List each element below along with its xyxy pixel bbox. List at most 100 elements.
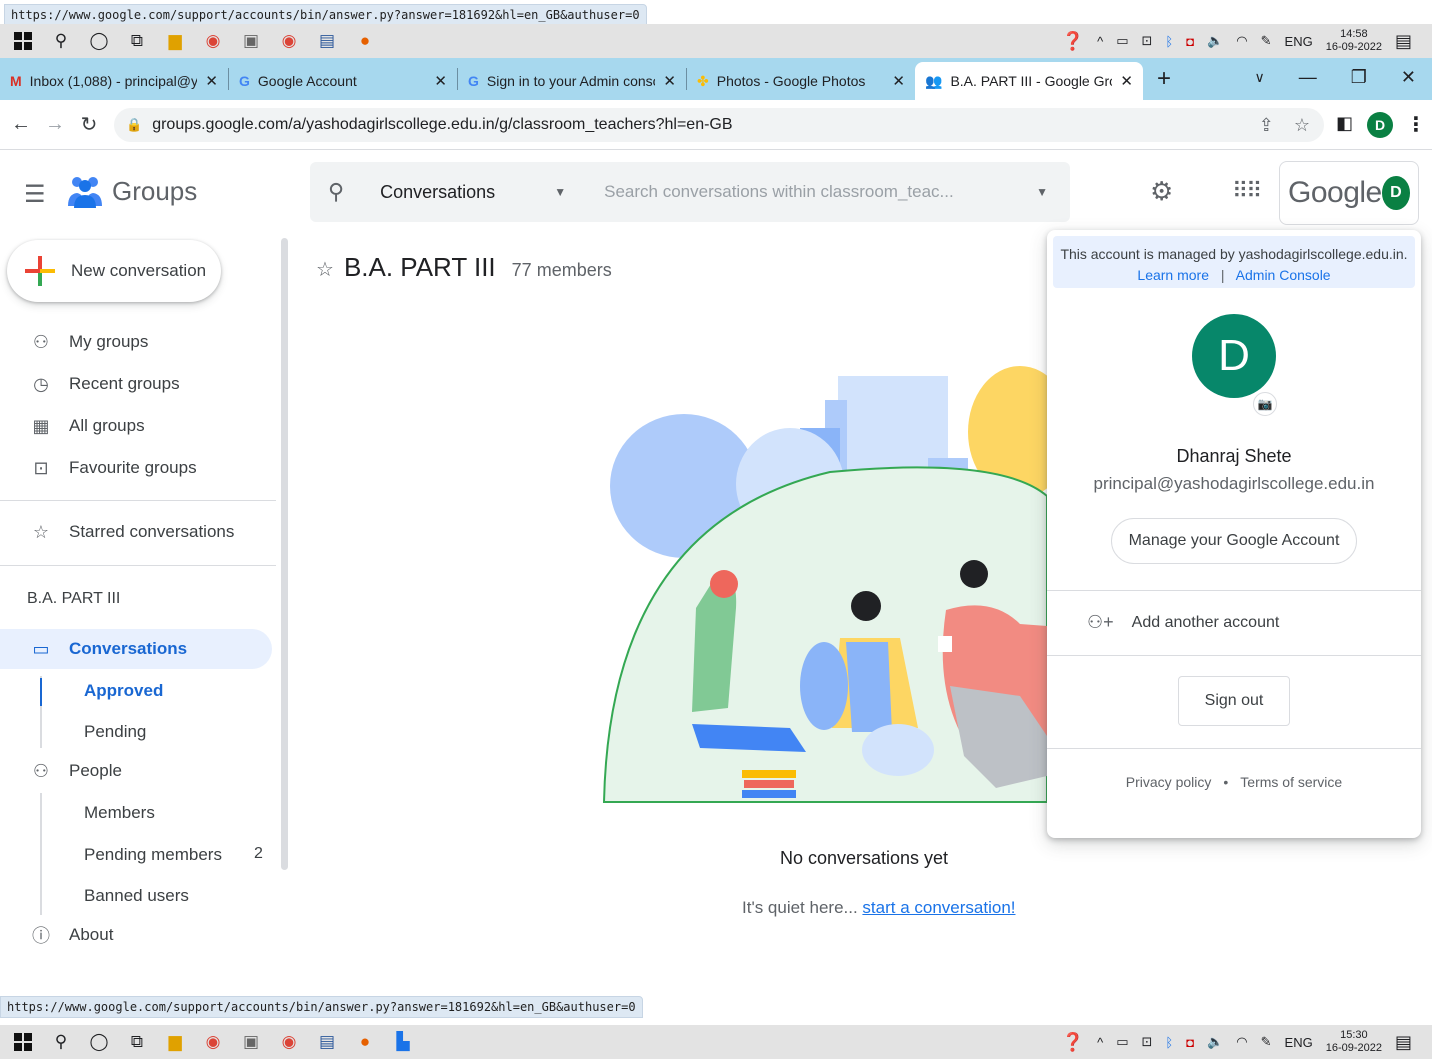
minimize-icon[interactable]: —: [1299, 67, 1317, 88]
start-conversation-link[interactable]: start a conversation!: [862, 898, 1015, 917]
add-account-button[interactable]: ⚇+ Add another account: [1087, 612, 1279, 633]
member-count[interactable]: 77 members: [512, 260, 612, 281]
windows-start-icon[interactable]: [8, 26, 38, 56]
help-icon[interactable]: ❓: [1062, 1032, 1084, 1053]
photos-app-icon[interactable]: ▙: [388, 1027, 418, 1057]
new-conversation-button[interactable]: New conversation: [7, 240, 221, 302]
close-icon[interactable]: ✕: [892, 72, 905, 90]
address-url[interactable]: groups.google.com/a/yashodagirlscollege.…: [152, 116, 732, 134]
address-bar[interactable]: 🔒 groups.google.com/a/yashodagirlscolleg…: [114, 108, 1324, 142]
chrome-active-icon[interactable]: ◉: [274, 26, 304, 56]
back-arrow-icon[interactable]: ←: [4, 113, 38, 136]
sidebar-item-people[interactable]: ⚇ People: [0, 751, 272, 791]
account-avatar[interactable]: D: [1381, 176, 1410, 210]
sidebar-subitem-approved[interactable]: Approved: [84, 681, 163, 701]
task-view-icon[interactable]: ⧉: [122, 1027, 152, 1057]
file-explorer-icon[interactable]: ▆: [160, 26, 190, 56]
side-panel-icon[interactable]: ◧: [1336, 113, 1353, 134]
language-indicator[interactable]: ENG: [1285, 1035, 1313, 1050]
close-icon[interactable]: ✕: [434, 72, 447, 90]
windows-start-icon[interactable]: [8, 1027, 38, 1057]
language-indicator[interactable]: ENG: [1285, 34, 1313, 49]
privacy-policy-link[interactable]: Privacy policy: [1126, 774, 1212, 790]
admin-console-link[interactable]: Admin Console: [1236, 267, 1331, 283]
word-icon[interactable]: ▤: [312, 1027, 342, 1057]
learn-more-link[interactable]: Learn more: [1137, 267, 1209, 283]
apps-grid-icon[interactable]: ⠿⠿: [1232, 178, 1262, 204]
pen-icon[interactable]: ✎: [1261, 33, 1272, 49]
chrome-icon[interactable]: ◉: [198, 1027, 228, 1057]
tab-admin-console[interactable]: G Sign in to your Admin consol ✕: [458, 62, 686, 100]
notification-icon[interactable]: ▤: [1395, 1032, 1412, 1053]
chevron-up-icon[interactable]: ^: [1097, 34, 1103, 49]
tab-google-photos[interactable]: ✤ Photos - Google Photos ✕: [687, 62, 915, 100]
profile-avatar[interactable]: D: [1367, 112, 1393, 138]
sidebar-subitem-members[interactable]: Members: [84, 803, 155, 823]
groups-logo[interactable]: Groups: [66, 172, 197, 210]
sidebar-scrollbar[interactable]: [281, 238, 288, 870]
wifi-icon[interactable]: ◠: [1236, 33, 1247, 49]
close-icon[interactable]: ✕: [205, 72, 218, 90]
popup-avatar[interactable]: D: [1192, 314, 1276, 398]
mcafee-icon[interactable]: ◘: [1186, 34, 1194, 49]
chrome-icon[interactable]: ◉: [198, 26, 228, 56]
search-icon[interactable]: ⚲: [46, 26, 76, 56]
app-icon[interactable]: ▣: [236, 1027, 266, 1057]
search-bar[interactable]: ⚲ Conversations ▼ Search conversations w…: [310, 162, 1070, 222]
firefox-icon[interactable]: ●: [350, 1027, 380, 1057]
main-menu-icon[interactable]: ☰: [24, 180, 46, 209]
notification-icon[interactable]: ▤: [1395, 31, 1412, 52]
restore-icon[interactable]: ❐: [1351, 67, 1367, 88]
sidebar-subitem-banned-users[interactable]: Banned users: [84, 886, 189, 906]
volume-icon[interactable]: 🔈: [1207, 33, 1223, 49]
star-icon[interactable]: ☆: [316, 257, 334, 282]
tab-google-groups[interactable]: 👥 B.A. PART III - Google Group ✕: [915, 62, 1143, 100]
manage-account-button[interactable]: Manage your Google Account: [1111, 518, 1357, 564]
sidebar-item-conversations[interactable]: ▭ Conversations: [0, 629, 272, 669]
sidebar-item-my-groups[interactable]: ⚇ My groups: [0, 322, 272, 362]
sidebar-item-favourite-groups[interactable]: ⊡ Favourite groups: [0, 448, 272, 488]
chrome-active-icon[interactable]: ◉: [274, 1027, 304, 1057]
search-icon[interactable]: ⚲: [328, 179, 344, 205]
search-scope-dropdown[interactable]: Conversations ▼: [380, 182, 566, 203]
reload-icon[interactable]: ↻: [72, 112, 106, 137]
chevron-up-icon[interactable]: ^: [1097, 1035, 1103, 1050]
search-options-caret-icon[interactable]: ▼: [1036, 185, 1048, 199]
more-menu-icon[interactable]: ⋮: [1406, 112, 1426, 137]
pen-icon[interactable]: ✎: [1261, 1034, 1272, 1050]
window-close-icon[interactable]: ✕: [1401, 67, 1416, 88]
word-icon[interactable]: ▤: [312, 26, 342, 56]
sidebar-item-recent-groups[interactable]: ◷ Recent groups: [0, 364, 272, 404]
close-icon[interactable]: ✕: [1120, 72, 1133, 90]
file-explorer-icon[interactable]: ▆: [160, 1027, 190, 1057]
camera-icon[interactable]: 📷: [1253, 392, 1277, 416]
tab-gmail[interactable]: M Inbox (1,088) - principal@yas ✕: [0, 62, 228, 100]
bluetooth-icon[interactable]: ᛒ: [1165, 1035, 1173, 1050]
new-tab-button[interactable]: +: [1157, 65, 1171, 93]
share-icon[interactable]: ⇪: [1259, 115, 1274, 136]
task-view-icon[interactable]: ⧉: [122, 26, 152, 56]
clock[interactable]: 15:30 16-09-2022: [1326, 1029, 1382, 1055]
search-input[interactable]: Search conversations within classroom_te…: [604, 182, 954, 202]
forward-arrow-icon[interactable]: →: [38, 113, 72, 136]
bluetooth-icon[interactable]: ᛒ: [1165, 34, 1173, 49]
volume-icon[interactable]: 🔈: [1207, 1034, 1223, 1050]
tab-search-chevron-icon[interactable]: ∨: [1255, 69, 1265, 86]
sidebar-item-starred-conversations[interactable]: ☆ Starred conversations: [0, 512, 272, 552]
sign-out-button[interactable]: Sign out: [1178, 676, 1290, 726]
mcafee-icon[interactable]: ◘: [1186, 1035, 1194, 1050]
search-icon[interactable]: ⚲: [46, 1027, 76, 1057]
terms-of-service-link[interactable]: Terms of service: [1240, 774, 1342, 790]
sidebar-item-all-groups[interactable]: ▦ All groups: [0, 406, 272, 446]
account-chip[interactable]: Google D: [1279, 161, 1419, 225]
close-icon[interactable]: ✕: [663, 72, 676, 90]
cortana-icon[interactable]: ◯: [84, 26, 114, 56]
sidebar-item-about[interactable]: ⓘ About: [0, 915, 272, 955]
help-icon[interactable]: ❓: [1062, 31, 1084, 52]
tab-google-account[interactable]: G Google Account ✕: [229, 62, 457, 100]
clock[interactable]: 14:58 16-09-2022: [1326, 28, 1382, 54]
firefox-icon[interactable]: ●: [350, 26, 380, 56]
settings-gear-icon[interactable]: ⚙: [1150, 176, 1173, 207]
cortana-icon[interactable]: ◯: [84, 1027, 114, 1057]
wifi-icon[interactable]: ◠: [1236, 1034, 1247, 1050]
